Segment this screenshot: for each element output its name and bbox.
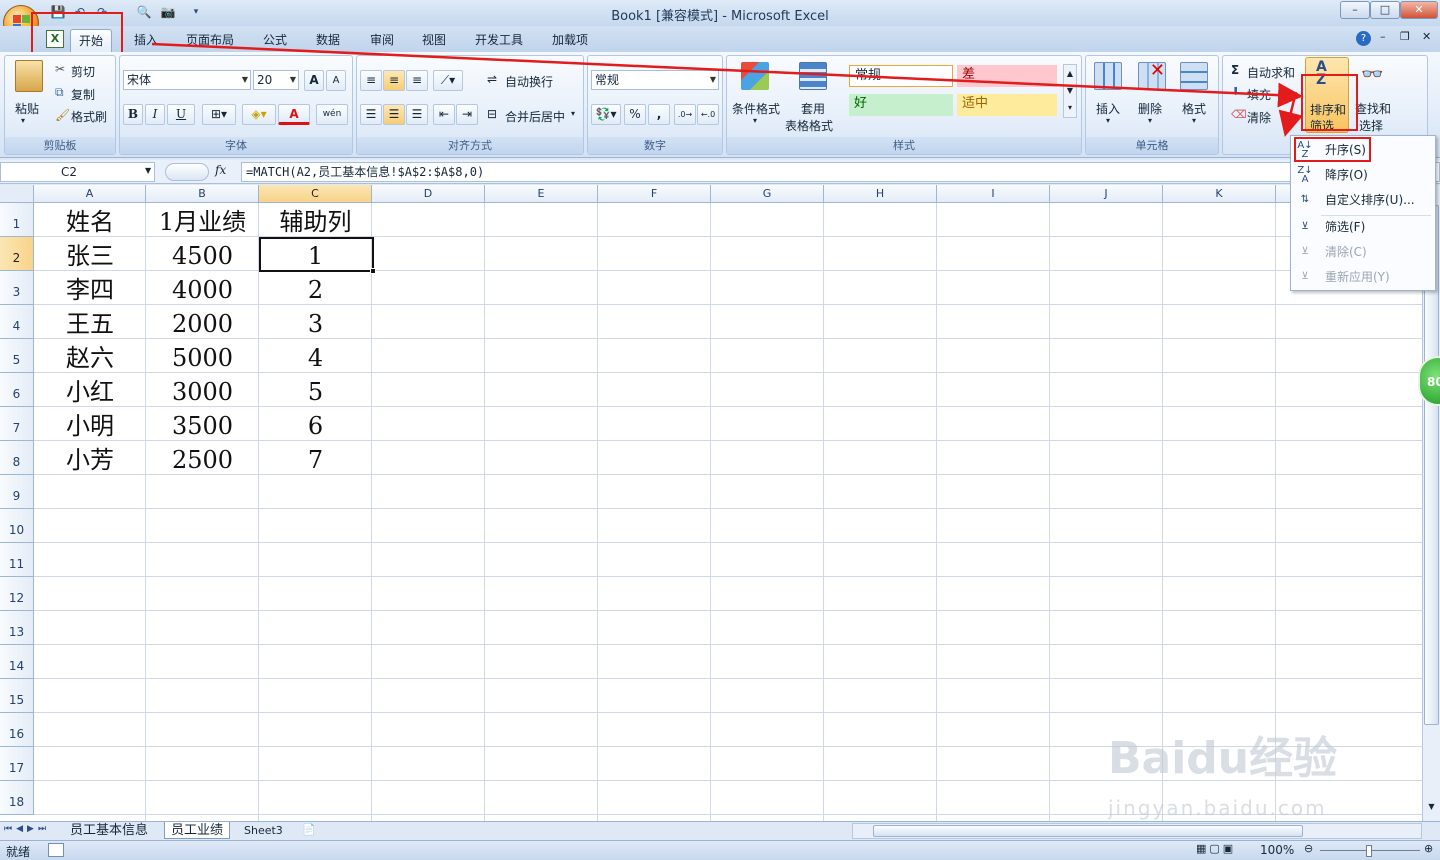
sheet-tab-sheet3[interactable]: Sheet3 — [238, 822, 289, 839]
watermark-url: jingyan.baidu.com — [1108, 796, 1327, 820]
arrow-home-to-sort — [151, 42, 1303, 108]
arrow-sort-to-menu — [1278, 91, 1303, 137]
h-scroll-thumb[interactable] — [873, 825, 1303, 837]
zoom-slider-thumb[interactable] — [1366, 845, 1372, 857]
zoom-out-icon[interactable]: ⊖ — [1304, 842, 1313, 855]
macro-record-icon[interactable] — [48, 843, 64, 857]
sheet-nav-icon[interactable]: ⏮◀▶⏭ — [4, 824, 50, 834]
watermark-brand: Baidu经验 — [1108, 733, 1338, 784]
sheet-tab-employee-info[interactable]: 员工基本信息 — [64, 822, 154, 839]
sheet-tabs-bar: ⏮◀▶⏭ 员工基本信息 员工业绩 Sheet3 📄 — [0, 821, 1440, 840]
zoom-in-icon[interactable]: ⊕ — [1424, 842, 1433, 855]
status-bar: 就绪 ▦▢▣ 100% ⊖ ⊕ — [0, 840, 1440, 860]
zoom-level[interactable]: 100% — [1260, 843, 1294, 857]
horizontal-scrollbar[interactable] — [852, 823, 1422, 839]
sheet-tab-employee-performance[interactable]: 员工业绩 — [164, 822, 231, 839]
insert-sheet-icon[interactable]: 📄 — [302, 823, 316, 836]
view-buttons-icon[interactable]: ▦▢▣ — [1196, 842, 1250, 858]
status-ready: 就绪 — [6, 845, 31, 859]
